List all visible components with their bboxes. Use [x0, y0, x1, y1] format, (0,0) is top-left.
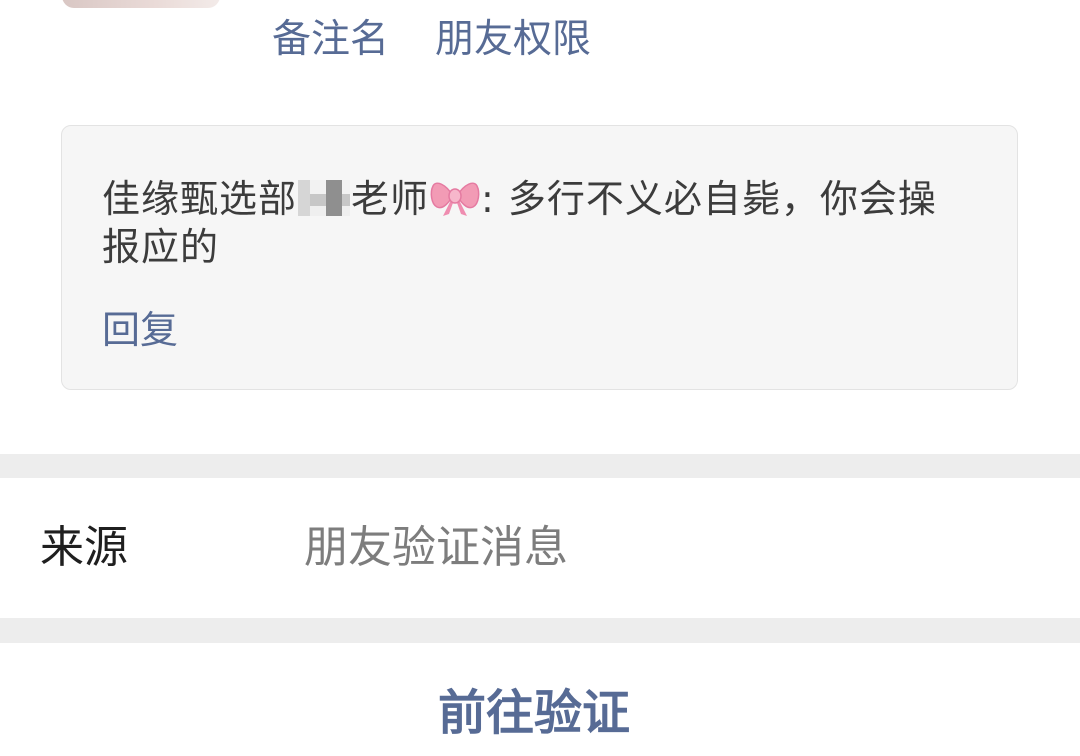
- section-separator: [0, 454, 1080, 478]
- action-row: 前往验证: [0, 643, 1080, 756]
- sender-name-suffix: 老师: [351, 177, 430, 221]
- sender-name-prefix: 佳缘甄选部: [102, 177, 298, 221]
- reply-link[interactable]: 回复: [102, 306, 178, 354]
- redacted-name-mosaic: [298, 180, 351, 216]
- message-text: 佳缘甄选部 老师 : 多行不义必自毙，你会操报应的: [102, 174, 962, 271]
- avatar[interactable]: [62, 0, 220, 8]
- source-row: 来源 朋友验证消息: [0, 478, 1080, 618]
- source-value: 朋友验证消息: [304, 522, 568, 573]
- remark-name-link[interactable]: 备注名: [272, 8, 389, 64]
- bow-ribbon-icon: [430, 182, 480, 216]
- message-separator: :: [481, 177, 508, 221]
- friend-permissions-link[interactable]: 朋友权限: [435, 8, 591, 64]
- go-verify-button[interactable]: 前往验证: [438, 681, 630, 745]
- contact-options: 备注名 朋友权限: [272, 8, 591, 64]
- source-label: 来源: [40, 522, 128, 573]
- section-separator: [0, 618, 1080, 643]
- friend-request-message-card: 佳缘甄选部 老师 : 多行不义必自毙，你会操报应的 回复: [61, 125, 1018, 390]
